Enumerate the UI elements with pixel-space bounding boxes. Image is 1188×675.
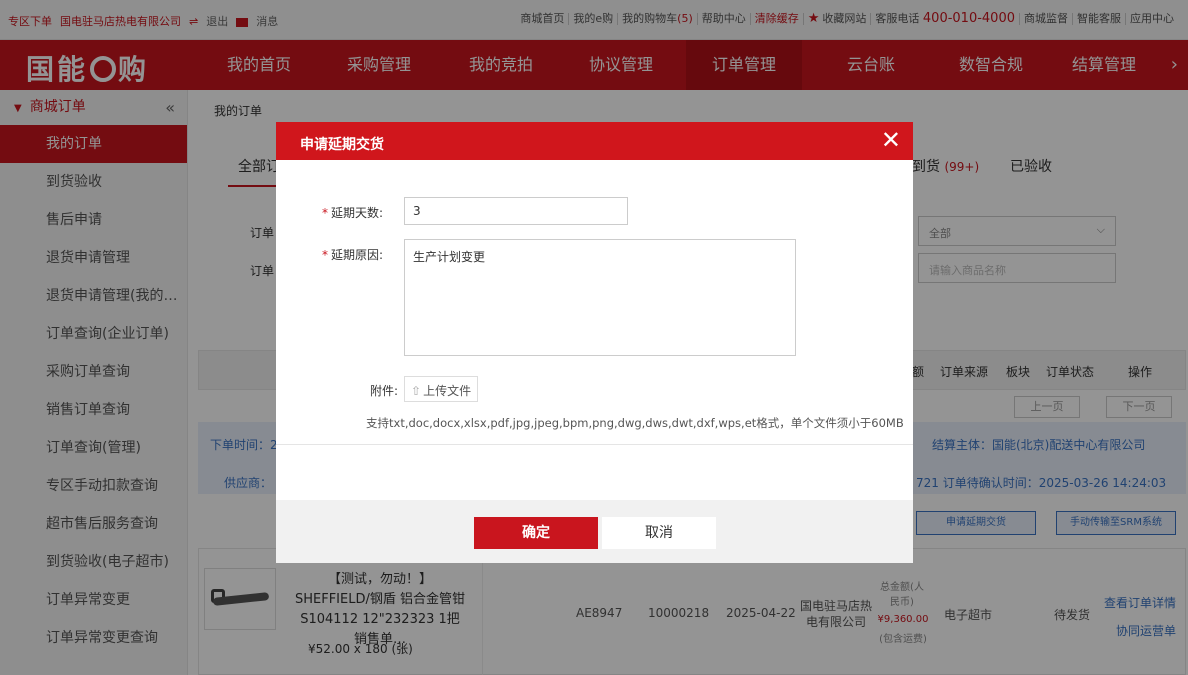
confirm-button[interactable]: 确定 <box>474 517 598 549</box>
upload-file-button[interactable]: ⇧ 上传文件 <box>404 376 479 402</box>
reason-label: * 延期原因: <box>322 248 384 262</box>
dialog-header: 申请延期交货 ✕ <box>276 122 913 160</box>
dialog-title: 申请延期交货 <box>300 137 384 153</box>
cancel-button[interactable]: 取消 <box>602 517 716 549</box>
delay-days-input[interactable]: 3 <box>404 197 628 225</box>
upload-hint: 支持txt,doc,docx,xlsx,pdf,jpg,jpeg,bpm,png… <box>366 416 904 430</box>
days-label: * 延期天数: <box>322 206 384 220</box>
upload-icon: ⇧ <box>411 384 422 398</box>
close-icon[interactable]: ✕ <box>881 127 901 153</box>
divider <box>276 444 913 445</box>
dialog-footer: 确定 取消 <box>276 500 913 563</box>
extend-delivery-dialog: 申请延期交货 ✕ * 延期天数: 3 * 延期原因: 生产计划变更 附件: ⇧ 上传文… <box>276 122 913 563</box>
delay-reason-textarea[interactable]: 生产计划变更 <box>404 239 796 356</box>
attachment-label: 附件: <box>370 384 399 398</box>
